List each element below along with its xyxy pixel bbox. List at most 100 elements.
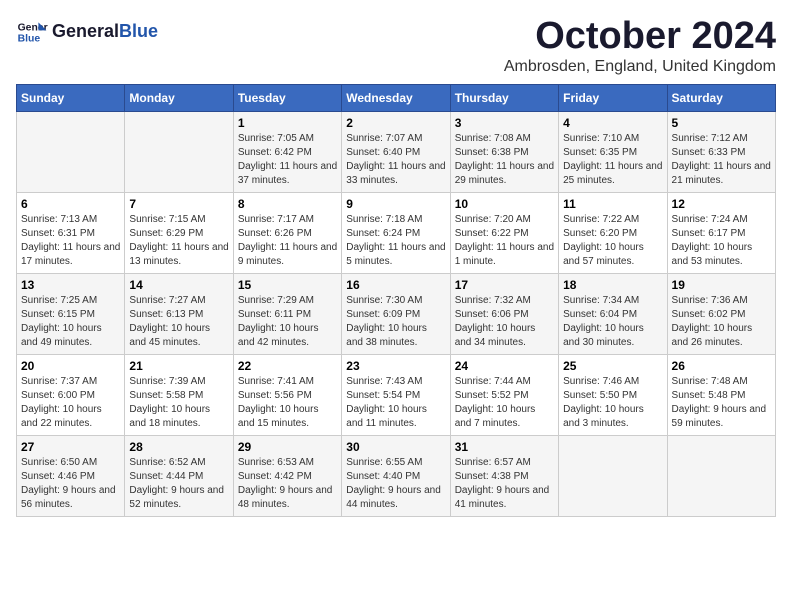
day-number: 26	[672, 359, 771, 373]
day-info: Sunrise: 7:27 AMSunset: 6:13 PMDaylight:…	[129, 294, 228, 350]
day-number: 11	[563, 197, 662, 211]
day-cell: 12 Sunrise: 7:24 AMSunset: 6:17 PMDayligh…	[667, 192, 775, 273]
day-info: Sunrise: 7:08 AMSunset: 6:38 PMDaylight:…	[455, 132, 554, 188]
day-cell: 26 Sunrise: 7:48 AMSunset: 5:48 PMDayligh…	[667, 354, 775, 435]
day-cell: 25 Sunrise: 7:46 AMSunset: 5:50 PMDayligh…	[559, 354, 667, 435]
location: Ambrosden, England, United Kingdom	[504, 58, 776, 76]
day-number: 28	[129, 440, 228, 454]
day-cell: 30 Sunrise: 6:55 AMSunset: 4:40 PMDayligh…	[342, 435, 450, 516]
day-number: 18	[563, 278, 662, 292]
day-number: 13	[21, 278, 120, 292]
day-cell: 16Sunrise: 7:30 AMSunset: 6:09 PMDayligh…	[342, 273, 450, 354]
week-row-1: 1Sunrise: 7:05 AMSunset: 6:42 PMDaylight…	[17, 111, 776, 192]
day-info: Sunrise: 7:24 AMSunset: 6:17 PMDaylight:…	[672, 213, 771, 269]
day-number: 5	[672, 116, 771, 130]
day-cell: 14 Sunrise: 7:27 AMSunset: 6:13 PMDayligh…	[125, 273, 233, 354]
header-friday: Friday	[559, 84, 667, 111]
week-row-4: 20 Sunrise: 7:37 AMSunset: 6:00 PMDayligh…	[17, 354, 776, 435]
day-cell: 10Sunrise: 7:20 AMSunset: 6:22 PMDayligh…	[450, 192, 558, 273]
day-cell	[17, 111, 125, 192]
day-number: 8	[238, 197, 337, 211]
day-number: 4	[563, 116, 662, 130]
day-cell	[667, 435, 775, 516]
day-number: 20	[21, 359, 120, 373]
calendar-table: SundayMondayTuesdayWednesdayThursdayFrid…	[16, 84, 776, 517]
day-info: Sunrise: 7:30 AMSunset: 6:09 PMDaylight:…	[346, 294, 445, 350]
day-cell: 15Sunrise: 7:29 AMSunset: 6:11 PMDayligh…	[233, 273, 341, 354]
day-info: Sunrise: 7:46 AMSunset: 5:50 PMDaylight:…	[563, 375, 662, 431]
calendar-header-row: SundayMondayTuesdayWednesdayThursdayFrid…	[17, 84, 776, 111]
day-info: Sunrise: 7:29 AMSunset: 6:11 PMDaylight:…	[238, 294, 337, 350]
day-number: 3	[455, 116, 554, 130]
day-info: Sunrise: 7:37 AMSunset: 6:00 PMDaylight:…	[21, 375, 120, 431]
day-number: 31	[455, 440, 554, 454]
day-cell: 5 Sunrise: 7:12 AMSunset: 6:33 PMDaylight…	[667, 111, 775, 192]
day-cell: 22 Sunrise: 7:41 AMSunset: 5:56 PMDayligh…	[233, 354, 341, 435]
header: General Blue GeneralBlue October 2024 Am…	[16, 16, 776, 76]
day-number: 12	[672, 197, 771, 211]
logo-icon: General Blue	[16, 16, 48, 48]
day-number: 25	[563, 359, 662, 373]
day-number: 24	[455, 359, 554, 373]
day-info: Sunrise: 7:17 AMSunset: 6:26 PMDaylight:…	[238, 213, 337, 269]
title-area: October 2024 Ambrosden, England, United …	[504, 16, 776, 76]
day-info: Sunrise: 7:43 AMSunset: 5:54 PMDaylight:…	[346, 375, 445, 431]
day-cell: 19 Sunrise: 7:36 AMSunset: 6:02 PMDayligh…	[667, 273, 775, 354]
day-info: Sunrise: 7:15 AMSunset: 6:29 PMDaylight:…	[129, 213, 228, 269]
day-cell: 29 Sunrise: 6:53 AMSunset: 4:42 PMDayligh…	[233, 435, 341, 516]
day-info: Sunrise: 7:36 AMSunset: 6:02 PMDaylight:…	[672, 294, 771, 350]
day-number: 14	[129, 278, 228, 292]
day-cell	[125, 111, 233, 192]
day-number: 21	[129, 359, 228, 373]
day-info: Sunrise: 7:25 AMSunset: 6:15 PMDaylight:…	[21, 294, 120, 350]
day-info: Sunrise: 6:52 AMSunset: 4:44 PMDaylight:…	[129, 456, 228, 512]
day-number: 29	[238, 440, 337, 454]
day-cell: 7 Sunrise: 7:15 AMSunset: 6:29 PMDaylight…	[125, 192, 233, 273]
day-info: Sunrise: 7:32 AMSunset: 6:06 PMDaylight:…	[455, 294, 554, 350]
day-info: Sunrise: 7:44 AMSunset: 5:52 PMDaylight:…	[455, 375, 554, 431]
day-cell: 2 Sunrise: 7:07 AMSunset: 6:40 PMDaylight…	[342, 111, 450, 192]
day-info: Sunrise: 6:53 AMSunset: 4:42 PMDaylight:…	[238, 456, 337, 512]
day-number: 7	[129, 197, 228, 211]
day-info: Sunrise: 6:55 AMSunset: 4:40 PMDaylight:…	[346, 456, 445, 512]
day-cell: 31 Sunrise: 6:57 AMSunset: 4:38 PMDayligh…	[450, 435, 558, 516]
header-tuesday: Tuesday	[233, 84, 341, 111]
day-info: Sunrise: 6:57 AMSunset: 4:38 PMDaylight:…	[455, 456, 554, 512]
week-row-5: 27 Sunrise: 6:50 AMSunset: 4:46 PMDayligh…	[17, 435, 776, 516]
day-info: Sunrise: 7:13 AMSunset: 6:31 PMDaylight:…	[21, 213, 120, 269]
day-info: Sunrise: 7:34 AMSunset: 6:04 PMDaylight:…	[563, 294, 662, 350]
day-cell: 6Sunrise: 7:13 AMSunset: 6:31 PMDaylight…	[17, 192, 125, 273]
calendar-body: 1Sunrise: 7:05 AMSunset: 6:42 PMDaylight…	[17, 111, 776, 516]
day-cell: 1Sunrise: 7:05 AMSunset: 6:42 PMDaylight…	[233, 111, 341, 192]
day-cell: 9Sunrise: 7:18 AMSunset: 6:24 PMDaylight…	[342, 192, 450, 273]
day-cell: 20 Sunrise: 7:37 AMSunset: 6:00 PMDayligh…	[17, 354, 125, 435]
day-info: Sunrise: 7:22 AMSunset: 6:20 PMDaylight:…	[563, 213, 662, 269]
week-row-2: 6Sunrise: 7:13 AMSunset: 6:31 PMDaylight…	[17, 192, 776, 273]
day-number: 1	[238, 116, 337, 130]
day-cell: 27 Sunrise: 6:50 AMSunset: 4:46 PMDayligh…	[17, 435, 125, 516]
day-cell: 4 Sunrise: 7:10 AMSunset: 6:35 PMDaylight…	[559, 111, 667, 192]
day-info: Sunrise: 7:12 AMSunset: 6:33 PMDaylight:…	[672, 132, 771, 188]
day-cell: 21 Sunrise: 7:39 AMSunset: 5:58 PMDayligh…	[125, 354, 233, 435]
day-number: 22	[238, 359, 337, 373]
day-cell: 13 Sunrise: 7:25 AMSunset: 6:15 PMDayligh…	[17, 273, 125, 354]
logo: General Blue GeneralBlue	[16, 16, 158, 48]
day-number: 19	[672, 278, 771, 292]
day-cell: 23Sunrise: 7:43 AMSunset: 5:54 PMDayligh…	[342, 354, 450, 435]
day-info: Sunrise: 7:48 AMSunset: 5:48 PMDaylight:…	[672, 375, 771, 431]
day-cell: 17Sunrise: 7:32 AMSunset: 6:06 PMDayligh…	[450, 273, 558, 354]
day-info: Sunrise: 7:10 AMSunset: 6:35 PMDaylight:…	[563, 132, 662, 188]
day-info: Sunrise: 7:39 AMSunset: 5:58 PMDaylight:…	[129, 375, 228, 431]
day-number: 30	[346, 440, 445, 454]
day-number: 2	[346, 116, 445, 130]
day-number: 27	[21, 440, 120, 454]
day-info: Sunrise: 7:07 AMSunset: 6:40 PMDaylight:…	[346, 132, 445, 188]
day-info: Sunrise: 7:18 AMSunset: 6:24 PMDaylight:…	[346, 213, 445, 269]
header-monday: Monday	[125, 84, 233, 111]
logo-text-line1: GeneralBlue	[52, 22, 158, 42]
header-wednesday: Wednesday	[342, 84, 450, 111]
day-cell: 8 Sunrise: 7:17 AMSunset: 6:26 PMDaylight…	[233, 192, 341, 273]
day-info: Sunrise: 7:41 AMSunset: 5:56 PMDaylight:…	[238, 375, 337, 431]
day-info: Sunrise: 6:50 AMSunset: 4:46 PMDaylight:…	[21, 456, 120, 512]
day-cell: 3 Sunrise: 7:08 AMSunset: 6:38 PMDaylight…	[450, 111, 558, 192]
